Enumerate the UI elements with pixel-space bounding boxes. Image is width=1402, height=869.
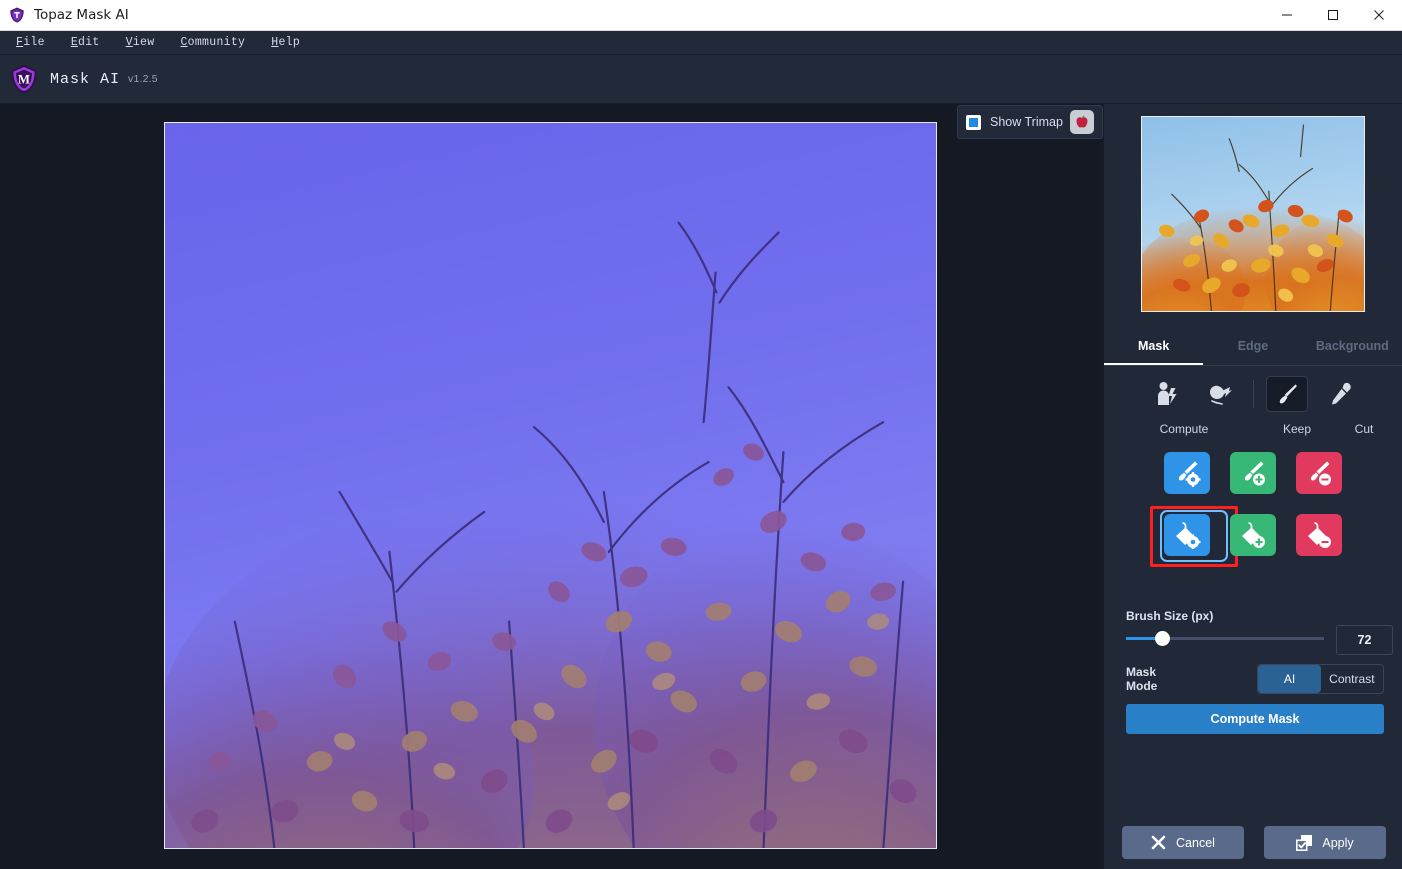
apple-button[interactable] (1070, 110, 1094, 134)
brush-plus-icon (1244, 461, 1265, 486)
menu-community[interactable]: Community (170, 33, 255, 52)
brush-gear-icon (1178, 461, 1201, 487)
label-compute: Compute (1159, 422, 1209, 436)
apply-button[interactable]: Apply (1263, 826, 1386, 859)
auto-person-icon (1157, 382, 1176, 405)
mask-tool-icons (1104, 374, 1402, 414)
paint-bucket-gear-icon (1176, 522, 1201, 549)
window-title: Topaz Mask AI (34, 7, 129, 23)
show-trimap-label: Show Trimap (990, 115, 1063, 129)
brush-minus-icon (1310, 461, 1331, 486)
fill-compute-button[interactable] (1164, 514, 1210, 556)
fill-cut-button[interactable] (1296, 514, 1342, 556)
menu-edit[interactable]: Edit (61, 33, 110, 52)
menu-help[interactable]: Help (261, 33, 310, 52)
maximize-button[interactable] (1310, 0, 1356, 31)
right-panel: Mask Edge Background Compute Keep Cut Br… (1103, 104, 1402, 869)
label-keep: Keep (1282, 422, 1312, 436)
brush-compute-button[interactable] (1164, 452, 1210, 494)
tab-edge[interactable]: Edge (1203, 330, 1302, 365)
brand-name: Mask AI (50, 70, 121, 88)
apply-checkbox-icon (1296, 834, 1313, 851)
close-button[interactable] (1356, 0, 1402, 31)
apply-label: Apply (1322, 835, 1354, 850)
minimize-icon (1282, 14, 1292, 16)
paint-bucket-minus-icon (1308, 522, 1331, 548)
brand-version: v1.2.5 (128, 73, 158, 85)
paint-bucket-plus-icon (1242, 522, 1265, 548)
preview-thumbnail-image (1142, 117, 1364, 311)
mask-mode-ai[interactable]: AI (1258, 665, 1321, 693)
main-canvas-image[interactable] (164, 122, 937, 849)
cancel-button[interactable]: Cancel (1121, 826, 1244, 859)
eyedropper-icon (1331, 382, 1351, 405)
mask-mode-section: Mask Mode AI Contrast (1126, 664, 1384, 694)
top-toolbar: M Mask AI v1.2.5 (0, 55, 1402, 154)
brush-icon (1279, 384, 1297, 404)
smudge-hand-tool[interactable] (1199, 376, 1241, 412)
brush-size-knob[interactable] (1154, 631, 1170, 646)
tool-column-labels: Compute Keep Cut (1104, 422, 1402, 436)
menu-file[interactable]: File (6, 33, 55, 52)
preview-thumbnail[interactable] (1141, 116, 1365, 312)
show-trimap-popup: Show Trimap (957, 105, 1103, 139)
topaz-shield-logo-icon (10, 7, 24, 23)
mask-tool-grid (1104, 448, 1402, 567)
tab-mask[interactable]: Mask (1104, 330, 1204, 365)
brush-keep-button[interactable] (1230, 452, 1276, 494)
compute-mask-button[interactable]: Compute Mask (1126, 704, 1384, 734)
maximize-icon (1328, 10, 1338, 20)
menubar: File Edit View Community Help (0, 31, 1402, 55)
cancel-label: Cancel (1176, 835, 1215, 850)
panel-action-bar: Cancel Apply (1104, 826, 1402, 859)
close-icon (1374, 10, 1384, 20)
mask-mode-contrast[interactable]: Contrast (1321, 665, 1383, 693)
eyedropper-tool[interactable] (1320, 376, 1362, 412)
show-trimap-checkbox[interactable] (966, 114, 981, 130)
minimize-button[interactable] (1264, 0, 1310, 31)
brush-size-value[interactable]: 72 (1336, 625, 1393, 655)
brush-cut-button[interactable] (1296, 452, 1342, 494)
window-controls (1264, 0, 1402, 31)
mask-ai-logo-icon: M (11, 65, 37, 94)
brush-size-label: Brush Size (px) (1126, 609, 1214, 623)
apple-icon (1076, 115, 1088, 128)
brush-tool[interactable] (1265, 376, 1308, 412)
smudge-hand-icon (1209, 385, 1232, 405)
x-icon (1151, 835, 1166, 850)
panel-tabs: Mask Edge Background (1104, 330, 1402, 366)
auto-person-tool[interactable] (1145, 376, 1187, 412)
brush-size-section: Brush Size (px) 72 (1126, 609, 1393, 655)
menu-view[interactable]: View (116, 33, 165, 52)
canvas-area[interactable] (0, 104, 1103, 869)
mask-mode-label: Mask Mode (1126, 665, 1158, 693)
fill-keep-button[interactable] (1230, 514, 1276, 556)
label-cut: Cut (1354, 422, 1374, 436)
mask-mode-segmented: AI Contrast (1257, 664, 1384, 694)
tab-background[interactable]: Background (1303, 330, 1402, 365)
window-titlebar: Topaz Mask AI (0, 0, 1402, 31)
tool-divider (1252, 380, 1254, 408)
svg-text:M: M (18, 73, 30, 87)
brush-size-slider[interactable]: 72 (1126, 625, 1393, 655)
app-brand: M Mask AI v1.2.5 (8, 63, 158, 95)
